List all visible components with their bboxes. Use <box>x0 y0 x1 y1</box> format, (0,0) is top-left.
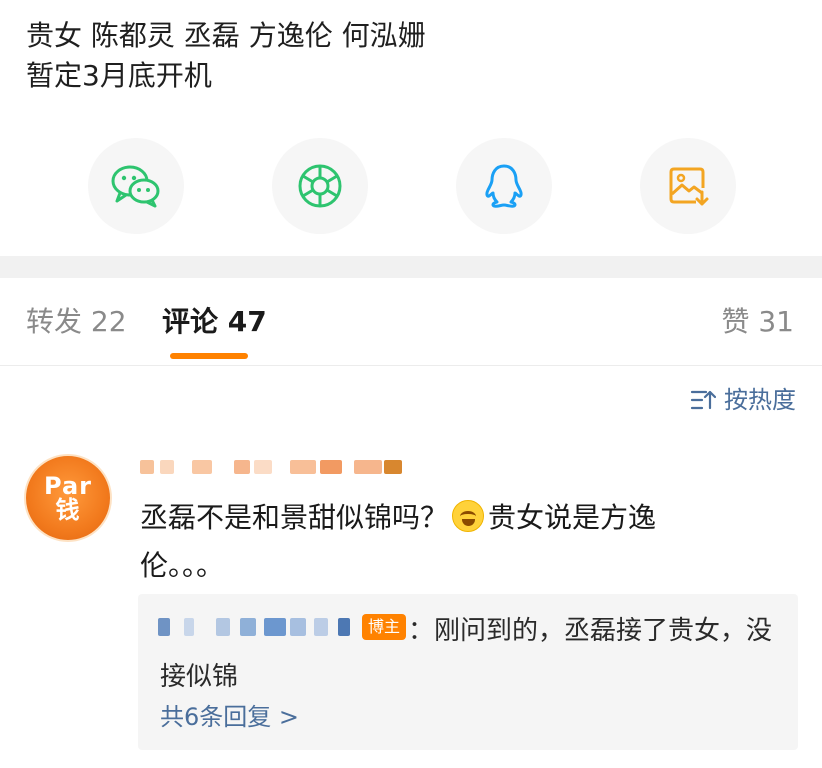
sort-by-hot-button[interactable]: 按热度 <box>690 384 796 416</box>
comment-body: 丞磊不是和景甜似锦吗？ 贵女说是方逸伦。。。 <box>140 494 740 590</box>
moments-icon <box>298 164 342 208</box>
post-line-2: 暂定3月底开机 <box>26 59 212 92</box>
active-tab-indicator <box>170 353 248 359</box>
tab-likes[interactable]: 赞 31 <box>721 304 794 340</box>
view-replies-link[interactable]: 共6条回复 > <box>160 700 299 734</box>
avatar-text: Par 钱 <box>44 472 92 524</box>
laughing-crying-emoji-icon <box>452 500 485 532</box>
qq-icon <box>485 164 523 208</box>
share-qq-button[interactable] <box>456 138 552 234</box>
share-moments-button[interactable] <box>272 138 368 234</box>
tab-repost[interactable]: 转发 22 <box>26 304 127 340</box>
section-divider <box>0 256 822 278</box>
comment-text-part-1: 丞磊不是和景甜似锦吗？ <box>140 501 449 534</box>
tab-bar: 转发 22 评论 47 赞 31 <box>0 278 822 366</box>
reply-preview[interactable]: 博主 ：刚问到的，丞磊接了贵女，没接似锦 共6条回复 > <box>138 594 798 750</box>
sort-icon <box>690 390 716 410</box>
save-image-icon <box>669 167 709 206</box>
post-content: 贵女 陈都灵 丞磊 方逸伦 何泓姗 暂定3月底开机 <box>26 16 806 96</box>
tab-comments[interactable]: 评论 47 <box>162 304 267 340</box>
wechat-icon <box>111 165 160 208</box>
save-image-button[interactable] <box>640 138 736 234</box>
share-wechat-button[interactable] <box>88 138 184 234</box>
post-line-1: 贵女 陈都灵 丞磊 方逸伦 何泓姗 <box>26 19 426 52</box>
share-row <box>0 138 822 234</box>
reply-text: ：刚问到的，丞磊接了贵女，没接似锦 <box>160 616 773 692</box>
username-pixelated[interactable] <box>140 456 410 478</box>
sort-label: 按热度 <box>724 386 796 414</box>
avatar[interactable]: Par 钱 <box>24 454 112 542</box>
